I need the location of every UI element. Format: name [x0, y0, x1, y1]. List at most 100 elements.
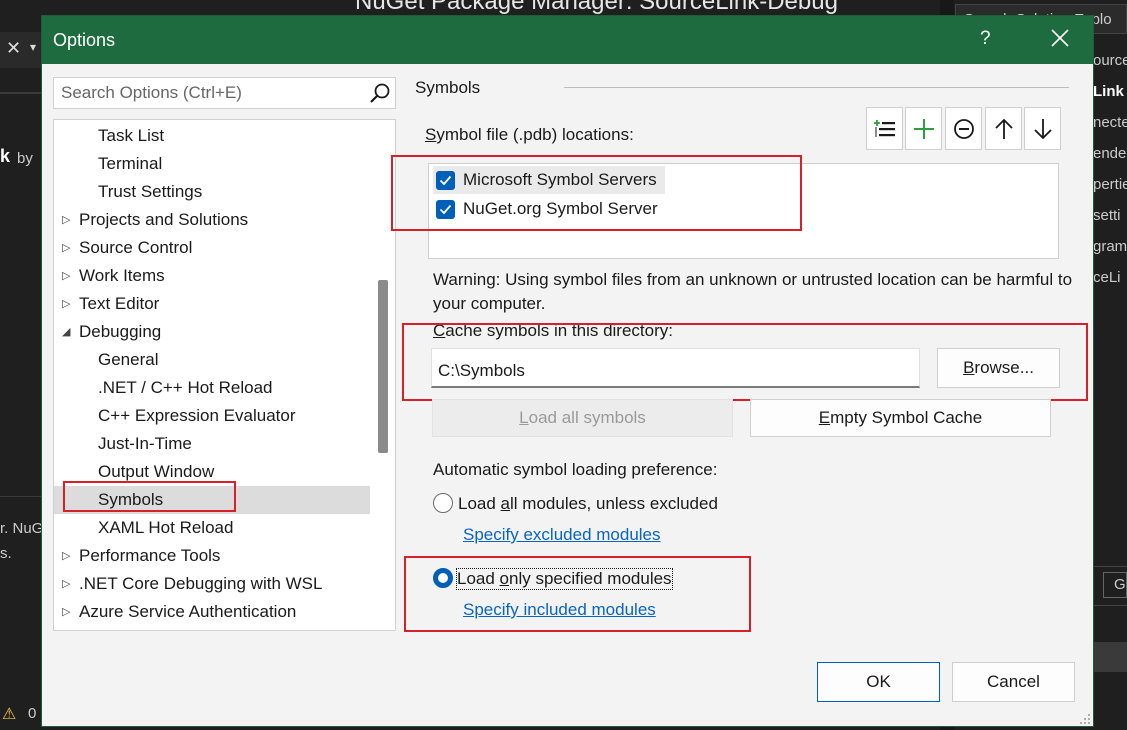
- radio-label-load-all[interactable]: Load all modules, unless excluded: [458, 494, 718, 514]
- add-symbol-server-list-button[interactable]: [866, 107, 903, 150]
- tree-item[interactable]: ▷ Source Control: [54, 234, 370, 262]
- tree-item-label: Azure Service Authentication: [79, 602, 297, 621]
- radio-load-specified-modules[interactable]: [433, 568, 453, 588]
- warning-icon[interactable]: ⚠: [2, 704, 16, 724]
- radio-load-all-modules[interactable]: [433, 493, 453, 513]
- collapsed-arrow-icon[interactable]: ▷: [62, 570, 74, 598]
- tree-item-label: Projects and Solutions: [79, 210, 249, 229]
- checkmark-icon: [439, 204, 452, 215]
- minus-circle-icon: [953, 119, 974, 139]
- remove-location-button[interactable]: [945, 107, 982, 150]
- tree-item[interactable]: Task List: [54, 122, 370, 150]
- tree-item[interactable]: Symbols: [54, 486, 370, 514]
- tree-item-label: Performance Tools: [79, 546, 221, 565]
- solution-item[interactable]: ceLi: [1093, 263, 1127, 294]
- location-item-microsoft[interactable]: Microsoft Symbol Servers: [433, 166, 665, 194]
- solution-item[interactable]: setti: [1093, 201, 1127, 232]
- tree-item-label: Symbols: [98, 490, 164, 509]
- search-icon[interactable]: [369, 82, 391, 104]
- collapsed-arrow-icon[interactable]: ▷: [62, 290, 74, 318]
- browse-button[interactable]: Browse...: [937, 348, 1060, 388]
- ide-text-fragment: by: [17, 150, 33, 167]
- load-all-symbols-button[interactable]: Load all symbols: [432, 399, 733, 437]
- location-label: Microsoft Symbol Servers: [463, 170, 657, 189]
- tree-item-label: Debugging: [79, 322, 162, 341]
- resize-grip-icon[interactable]: [1078, 712, 1092, 726]
- help-button[interactable]: ?: [980, 28, 991, 50]
- collapsed-arrow-icon[interactable]: ▷: [62, 542, 74, 570]
- tree-item[interactable]: C++ Expression Evaluator: [54, 402, 370, 430]
- solution-item[interactable]: necte: [1093, 108, 1127, 139]
- ide-status-bar-fragment: [1093, 642, 1127, 672]
- tree-item-label: C++ Expression Evaluator: [98, 406, 296, 425]
- location-checkbox[interactable]: [436, 200, 455, 219]
- auto-loading-label: Automatic symbol loading preference:: [433, 460, 718, 479]
- options-dialog: Options ? Task List Terminal Trust Setting…: [41, 15, 1094, 727]
- close-button[interactable]: [1042, 22, 1078, 56]
- tree-item[interactable]: Just-In-Time: [54, 430, 370, 458]
- tree-item-label: Terminal: [98, 154, 163, 173]
- ide-text-fragment: s.: [0, 545, 12, 562]
- cache-directory-field[interactable]: [431, 348, 920, 388]
- panel-heading-rule: [564, 87, 1069, 88]
- add-location-button[interactable]: [905, 107, 942, 150]
- location-item-nuget[interactable]: NuGet.org Symbol Server: [433, 195, 658, 223]
- tree-item[interactable]: Output Window: [54, 458, 370, 486]
- empty-symbol-cache-button[interactable]: Empty Symbol Cache: [750, 399, 1051, 437]
- solution-item[interactable]: pertie: [1093, 170, 1127, 201]
- symbol-locations-list: Microsoft Symbol Servers NuGet.org Symbo…: [428, 163, 1059, 259]
- add-list-icon: [873, 120, 895, 137]
- ide-divider: [0, 92, 42, 94]
- radio-label-load-specified[interactable]: Load only specified modules: [456, 568, 673, 590]
- tree-item-label: .NET / C++ Hot Reload: [98, 378, 273, 397]
- untrusted-location-warning: Warning: Using symbol files from an unkn…: [433, 270, 1073, 313]
- tree-item-label: Work Items: [79, 266, 165, 285]
- collapsed-arrow-icon[interactable]: ▷: [62, 206, 74, 234]
- collapsed-arrow-icon[interactable]: ▷: [62, 262, 74, 290]
- tree-item-label: Output Window: [98, 462, 215, 481]
- expanded-arrow-icon[interactable]: ◢: [62, 318, 74, 346]
- dialog-titlebar[interactable]: Options ?: [42, 16, 1093, 64]
- tree-item[interactable]: General: [54, 346, 370, 374]
- specify-excluded-modules-link[interactable]: Specify excluded modules: [463, 525, 661, 545]
- tree-item[interactable]: ▷ .NET Core Debugging with WSL: [54, 570, 370, 598]
- tab-dropdown-icon[interactable]: ▾: [30, 40, 36, 54]
- tree-item[interactable]: Trust Settings: [54, 178, 370, 206]
- tree-item[interactable]: .NET / C++ Hot Reload: [54, 374, 370, 402]
- cache-directory-label: Cache symbols in this directory:: [433, 321, 673, 340]
- tree-item[interactable]: Terminal: [54, 150, 370, 178]
- tree-item[interactable]: ▷ Work Items: [54, 262, 370, 290]
- specify-included-modules-link[interactable]: Specify included modules: [463, 600, 656, 620]
- location-label: NuGet.org Symbol Server: [463, 199, 658, 218]
- tree-item[interactable]: ▷ Azure Service Authentication: [54, 598, 370, 626]
- collapsed-arrow-icon[interactable]: ▷: [62, 598, 74, 626]
- tree-item[interactable]: ▷ Performance Tools: [54, 542, 370, 570]
- location-checkbox[interactable]: [436, 171, 455, 190]
- tree-item-label: XAML Hot Reload: [98, 518, 234, 537]
- tab-close-icon[interactable]: ✕: [6, 38, 21, 59]
- panel-heading: Symbols: [415, 78, 481, 97]
- solution-item[interactable]: gram: [1093, 232, 1127, 263]
- tree-item[interactable]: XAML Hot Reload: [54, 514, 370, 542]
- collapsed-arrow-icon[interactable]: ▷: [62, 234, 74, 262]
- tree-item-label: Source Control: [79, 238, 193, 257]
- cancel-button[interactable]: Cancel: [952, 662, 1075, 702]
- move-up-button[interactable]: [985, 107, 1022, 150]
- solution-item[interactable]: Link: [1093, 77, 1127, 108]
- tree-item[interactable]: ▷ Projects and Solutions: [54, 206, 370, 234]
- ide-text-fragment: k: [0, 146, 11, 166]
- ide-git-button[interactable]: G: [1103, 572, 1127, 598]
- solution-item[interactable]: ende: [1093, 139, 1127, 170]
- warning-count: 0: [28, 705, 37, 722]
- tree-item[interactable]: ◢ Debugging: [54, 318, 370, 346]
- tree-item[interactable]: ▷ Text Editor: [54, 290, 370, 318]
- ok-button[interactable]: OK: [817, 662, 940, 702]
- options-search-box: [53, 77, 396, 109]
- search-input[interactable]: [54, 78, 366, 108]
- tree-item-label: Trust Settings: [98, 182, 203, 201]
- tree-scroll-thumb[interactable]: [378, 280, 388, 453]
- tree-item-label: Task List: [98, 126, 165, 145]
- solution-item[interactable]: ource: [1093, 46, 1127, 77]
- move-down-button[interactable]: [1024, 107, 1061, 150]
- locations-label: Symbol file (.pdb) locations:: [425, 125, 634, 144]
